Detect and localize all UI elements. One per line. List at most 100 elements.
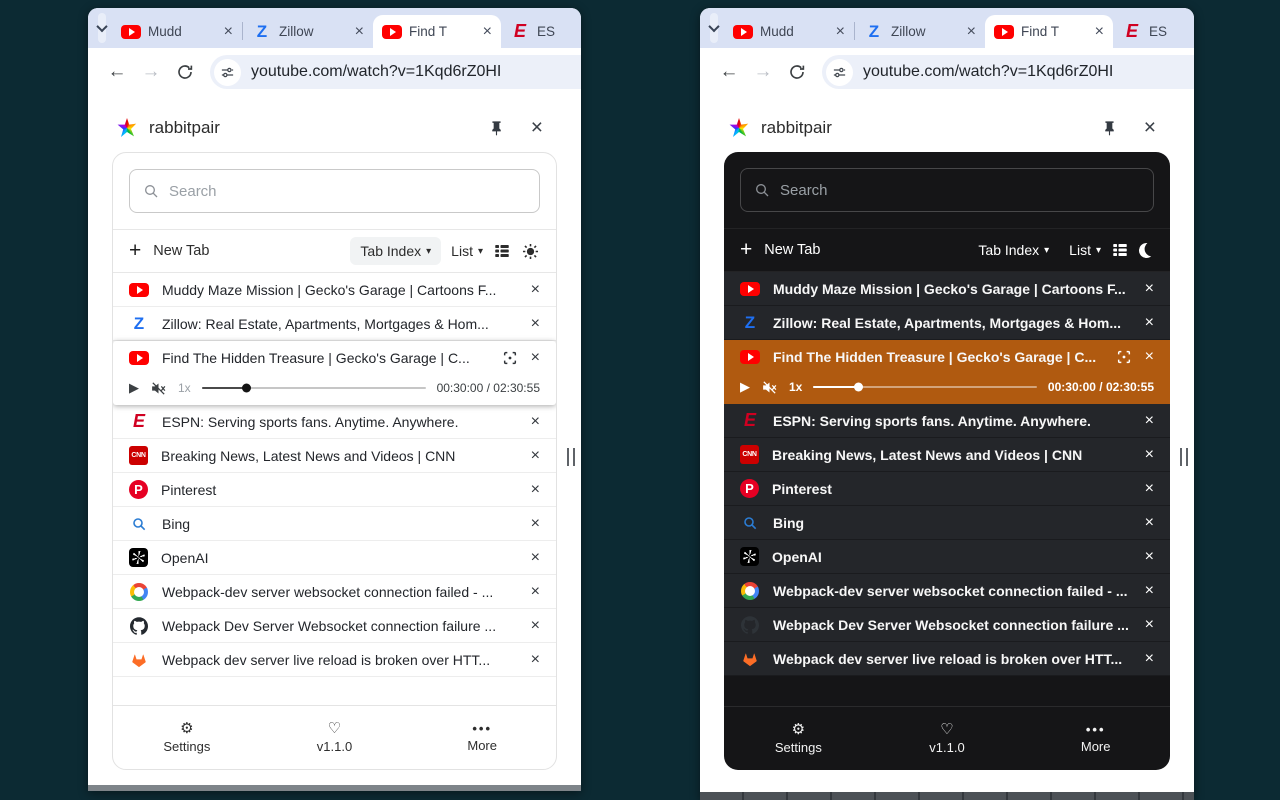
close-tab-icon[interactable]: × — [531, 549, 540, 567]
playback-rate[interactable]: 1x — [178, 381, 191, 395]
browser-tab-espn[interactable]: ES — [501, 15, 581, 48]
back-icon[interactable]: ← — [714, 61, 744, 83]
mute-icon[interactable] — [150, 380, 167, 397]
list-view-icon[interactable] — [1111, 241, 1129, 259]
close-tab-icon[interactable]: × — [1145, 548, 1154, 566]
active-tab-title-row[interactable]: Find The Hidden Treasure | Gecko's Garag… — [113, 341, 556, 375]
browser-tab-find-active[interactable]: Find T × — [373, 15, 501, 48]
mute-icon[interactable] — [761, 379, 778, 396]
close-icon[interactable]: × — [531, 116, 543, 140]
tab-list-item[interactable]: Webpack dev server live reload is broken… — [113, 643, 556, 677]
forward-icon[interactable]: → — [748, 61, 778, 83]
close-tab-icon[interactable]: × — [1145, 280, 1154, 298]
browser-tab-muddy[interactable]: Mudd × — [724, 15, 854, 48]
search-input[interactable] — [169, 183, 526, 200]
tab-close-icon[interactable]: × — [967, 24, 976, 40]
address-bar[interactable]: youtube.com/watch?v=1Kqd6rZ0HI — [822, 55, 1194, 89]
tab-list-item[interactable]: Bing × — [724, 506, 1170, 540]
pin-icon[interactable] — [1101, 120, 1118, 137]
tab-list-item[interactable]: ESPN: Serving sports fans. Anytime. Anyw… — [724, 404, 1170, 438]
tab-close-icon[interactable]: × — [483, 24, 492, 40]
active-tab-item[interactable]: Find The Hidden Treasure | Gecko's Garag… — [724, 340, 1170, 404]
list-view-icon[interactable] — [493, 242, 511, 260]
tab-list-item[interactable]: Breaking News, Latest News and Videos | … — [724, 438, 1170, 472]
playback-rate[interactable]: 1x — [789, 380, 802, 394]
tab-close-icon[interactable]: × — [836, 24, 845, 40]
tab-list-item[interactable]: Pinterest × — [113, 473, 556, 507]
new-tab-plus-icon[interactable]: + — [740, 238, 752, 262]
settings-button[interactable]: ⚙ Settings — [113, 721, 261, 754]
tab-list-item[interactable]: Webpack Dev Server Websocket connection … — [113, 609, 556, 643]
seek-slider[interactable] — [813, 386, 1037, 388]
back-icon[interactable]: ← — [102, 61, 132, 83]
view-dropdown[interactable]: List ▾ — [451, 243, 483, 259]
site-settings-icon[interactable] — [826, 59, 853, 86]
settings-button[interactable]: ⚙ Settings — [724, 722, 873, 755]
close-tab-icon[interactable]: × — [531, 349, 540, 367]
close-tab-icon[interactable]: × — [1145, 314, 1154, 332]
tab-close-icon[interactable]: × — [224, 24, 233, 40]
tab-list-item[interactable]: Pinterest × — [724, 472, 1170, 506]
tab-list-item[interactable]: Muddy Maze Mission | Gecko's Garage | Ca… — [724, 272, 1170, 306]
close-tab-icon[interactable]: × — [1145, 650, 1154, 668]
active-tab-title-row[interactable]: Find The Hidden Treasure | Gecko's Garag… — [724, 340, 1170, 374]
browser-tab-zillow[interactable]: Zillow × — [855, 15, 985, 48]
close-tab-icon[interactable]: × — [1145, 582, 1154, 600]
site-settings-icon[interactable] — [214, 59, 241, 86]
sort-dropdown[interactable]: Tab Index ▾ — [350, 237, 441, 265]
focus-tab-icon[interactable] — [1116, 349, 1132, 365]
tab-close-icon[interactable]: × — [355, 24, 364, 40]
forward-icon[interactable]: → — [136, 61, 166, 83]
browser-tab-espn[interactable]: ES — [1113, 15, 1194, 48]
address-bar[interactable]: youtube.com/watch?v=1Kqd6rZ0HI — [210, 55, 581, 89]
reload-icon[interactable] — [170, 63, 200, 81]
tab-search-button[interactable] — [710, 13, 718, 43]
panel-resize-handle[interactable] — [1180, 448, 1188, 466]
close-tab-icon[interactable]: × — [531, 515, 540, 533]
tab-list-item[interactable]: ESPN: Serving sports fans. Anytime. Anyw… — [113, 405, 556, 439]
search-box[interactable] — [740, 168, 1154, 212]
more-button[interactable]: ••• More — [408, 722, 556, 753]
close-tab-icon[interactable]: × — [531, 583, 540, 601]
tab-list-item[interactable]: Zillow: Real Estate, Apartments, Mortgag… — [113, 307, 556, 341]
tab-list-item[interactable]: Webpack-dev server websocket connection … — [113, 575, 556, 609]
version-button[interactable]: ♡ v1.1.0 — [873, 722, 1022, 755]
slider-handle[interactable] — [242, 384, 251, 393]
tab-list-item[interactable]: OpenAI × — [113, 541, 556, 575]
sort-dropdown[interactable]: Tab Index ▾ — [968, 236, 1059, 264]
close-tab-icon[interactable]: × — [1145, 616, 1154, 634]
tab-list-item[interactable]: Bing × — [113, 507, 556, 541]
panel-resize-handle[interactable] — [567, 448, 575, 466]
view-dropdown[interactable]: List ▾ — [1069, 242, 1101, 258]
browser-tab-find-active[interactable]: Find T × — [985, 15, 1113, 48]
tab-list-item[interactable]: Muddy Maze Mission | Gecko's Garage | Ca… — [113, 273, 556, 307]
close-tab-icon[interactable]: × — [1145, 412, 1154, 430]
close-tab-icon[interactable]: × — [1145, 348, 1154, 366]
close-tab-icon[interactable]: × — [531, 413, 540, 431]
play-icon[interactable]: ▶ — [129, 380, 139, 396]
close-tab-icon[interactable]: × — [1145, 480, 1154, 498]
moon-theme-toggle-icon[interactable] — [1139, 243, 1154, 258]
more-button[interactable]: ••• More — [1021, 723, 1170, 754]
tab-list-item[interactable]: Webpack dev server live reload is broken… — [724, 642, 1170, 676]
close-tab-icon[interactable]: × — [531, 315, 540, 333]
close-tab-icon[interactable]: × — [1145, 446, 1154, 464]
browser-tab-muddy[interactable]: Mudd × — [112, 15, 242, 48]
close-tab-icon[interactable]: × — [531, 481, 540, 499]
tab-list-item[interactable]: Breaking News, Latest News and Videos | … — [113, 439, 556, 473]
sun-theme-toggle-icon[interactable] — [521, 242, 540, 261]
close-tab-icon[interactable]: × — [531, 447, 540, 465]
browser-tab-zillow[interactable]: Zillow × — [243, 15, 373, 48]
version-button[interactable]: ♡ v1.1.0 — [261, 721, 409, 754]
close-tab-icon[interactable]: × — [531, 651, 540, 669]
tab-list-item[interactable]: Webpack Dev Server Websocket connection … — [724, 608, 1170, 642]
play-icon[interactable]: ▶ — [740, 379, 750, 395]
focus-tab-icon[interactable] — [502, 350, 518, 366]
tab-list-item[interactable]: Webpack-dev server websocket connection … — [724, 574, 1170, 608]
reload-icon[interactable] — [782, 63, 812, 81]
tab-close-icon[interactable]: × — [1095, 24, 1104, 40]
close-tab-icon[interactable]: × — [531, 617, 540, 635]
slider-handle[interactable] — [854, 383, 863, 392]
new-tab-plus-icon[interactable]: + — [129, 239, 141, 263]
search-box[interactable] — [129, 169, 540, 213]
